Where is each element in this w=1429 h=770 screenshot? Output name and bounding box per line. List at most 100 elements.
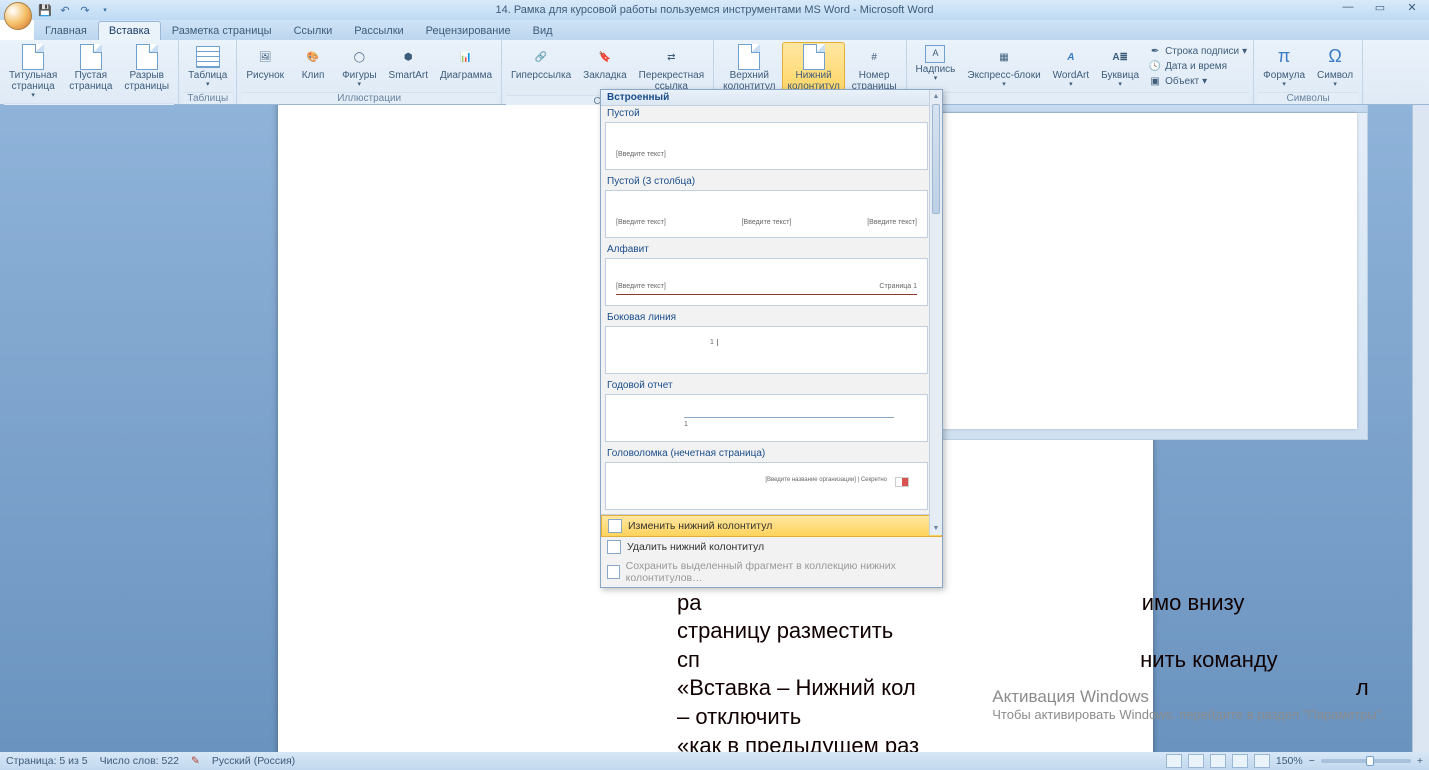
gallery-item-puzzle-label: Головоломка (нечетная страница) <box>605 446 928 462</box>
bookmark-button[interactable]: 🔖Закладка <box>578 42 631 84</box>
gallery-item-blank3-label: Пустой (3 столбца) <box>605 174 928 190</box>
edit-footer-label: Изменить нижний колонтитул <box>628 520 772 532</box>
office-button[interactable] <box>4 2 32 30</box>
remove-footer-label: Удалить нижний колонтитул <box>627 541 764 553</box>
crossref-button[interactable]: ⇄Перекрестная ссылка <box>634 42 709 95</box>
remove-icon <box>607 540 621 554</box>
gallery-item-sideline-label: Боковая линия <box>605 310 928 326</box>
gallery-item-alphabet[interactable]: [Введите текст] Страница 1 <box>605 258 928 306</box>
zoom-level[interactable]: 150% <box>1276 755 1303 767</box>
clip-button[interactable]: 🎨Клип <box>291 42 335 84</box>
tab-links[interactable]: Ссылки <box>283 21 344 40</box>
status-lang[interactable]: Русский (Россия) <box>212 755 295 767</box>
datetime-button[interactable]: 🕓Дата и время <box>1148 59 1247 73</box>
clip-label: Клип <box>302 70 325 81</box>
datetime-label: Дата и время <box>1165 61 1227 72</box>
gallery-item-sideline[interactable]: 1 <box>605 326 928 374</box>
symbol-button[interactable]: ΩСимвол▾ <box>1312 42 1358 92</box>
dropcap-button[interactable]: A≣Буквица▾ <box>1096 42 1144 92</box>
group-illustrations-label: Иллюстрации <box>241 92 497 104</box>
save-footer-label: Сохранить выделенный фрагмент в коллекци… <box>626 560 936 584</box>
tab-review[interactable]: Рецензирование <box>415 21 522 40</box>
table-button[interactable]: Таблица▾ <box>183 42 232 92</box>
smartart-button[interactable]: ⬢SmartArt <box>384 42 433 84</box>
chart-icon: 📊 <box>452 45 480 69</box>
shapes-icon: ◯ <box>345 45 373 69</box>
picture-button[interactable]: 🖼Рисунок <box>241 42 289 84</box>
equation-button[interactable]: πФормула▾ <box>1258 42 1310 92</box>
tab-home[interactable]: Главная <box>34 21 98 40</box>
remove-footer-menuitem[interactable]: Удалить нижний колонтитул <box>601 537 942 557</box>
gallery-section-header: Встроенный <box>601 90 942 106</box>
view-draft-button[interactable] <box>1254 754 1270 768</box>
wordart-icon: A <box>1057 45 1085 69</box>
vertical-scrollbar[interactable] <box>1412 105 1429 752</box>
signature-label: Строка подписи <box>1165 46 1239 57</box>
chart-button[interactable]: 📊Диаграмма <box>435 42 497 84</box>
shapes-button[interactable]: ◯Фигуры▾ <box>337 42 381 92</box>
zoom-in-button[interactable]: + <box>1417 755 1423 767</box>
picture-icon: 🖼 <box>251 45 279 69</box>
document-paragraph[interactable]: На этом оформление раXXXXXXXXXXXXXXXXXXX… <box>677 560 1377 752</box>
tab-layout[interactable]: Разметка страницы <box>161 21 283 40</box>
minimize-button[interactable]: — <box>1335 0 1361 14</box>
maximize-button[interactable]: ▭ <box>1367 0 1393 14</box>
tab-insert[interactable]: Вставка <box>98 21 161 40</box>
qat-more-icon[interactable]: ▾ <box>98 3 112 17</box>
redo-icon[interactable]: ↷ <box>78 3 92 17</box>
object-icon: ▣ <box>1148 74 1162 88</box>
group-symbols-label: Символы <box>1258 92 1358 104</box>
view-web-layout-button[interactable] <box>1210 754 1226 768</box>
zoom-out-button[interactable]: − <box>1309 755 1315 767</box>
page-break-button[interactable]: Разрыв страницы <box>119 42 174 95</box>
textbox-label: Надпись <box>916 64 956 75</box>
statusbar: Страница: 5 из 5 Число слов: 522 ✎ Русск… <box>0 752 1429 770</box>
textbox-button[interactable]: AНадпись▾ <box>911 42 961 86</box>
scroll-down-icon[interactable]: ▼ <box>930 522 942 535</box>
title-page-button[interactable]: Титульная страница▾ <box>4 42 62 103</box>
scroll-up-icon[interactable]: ▲ <box>930 90 942 103</box>
zoom-slider[interactable] <box>1321 759 1411 763</box>
object-button[interactable]: ▣Объект ▾ <box>1148 74 1247 88</box>
symbol-icon: Ω <box>1321 45 1349 69</box>
view-print-layout-button[interactable] <box>1166 754 1182 768</box>
gallery-scrollbar[interactable]: ▲ ▼ <box>929 90 942 535</box>
proofing-icon[interactable]: ✎ <box>191 755 200 767</box>
chart-label: Диаграмма <box>440 70 492 81</box>
gallery-item-blank3[interactable]: [Введите текст] [Введите текст] [Введите… <box>605 190 928 238</box>
quick-access-toolbar: 💾 ↶ ↷ ▾ <box>38 3 112 17</box>
quickparts-label: Экспресс-блоки <box>967 70 1040 81</box>
hyperlink-label: Гиперссылка <box>511 70 571 81</box>
footer-gallery-dropdown: Встроенный Пустой [Введите текст] Пустой… <box>600 89 943 588</box>
gallery-item-annual[interactable]: 1 <box>605 394 928 442</box>
equation-label: Формула <box>1263 70 1305 81</box>
view-full-screen-button[interactable] <box>1188 754 1204 768</box>
status-page[interactable]: Страница: 5 из 5 <box>6 755 88 767</box>
group-text-label <box>911 92 1250 104</box>
gallery-item-blank[interactable]: [Введите текст] <box>605 122 928 170</box>
page-number-icon: # <box>860 45 888 69</box>
shapes-label: Фигуры <box>342 70 376 81</box>
bookmark-icon: 🔖 <box>591 45 619 69</box>
ribbon-tabs: Главная Вставка Разметка страницы Ссылки… <box>34 20 1429 40</box>
gallery-item-puzzle[interactable]: [Введите название организации] | Секретн… <box>605 462 928 510</box>
undo-icon[interactable]: ↶ <box>58 3 72 17</box>
blank-page-button[interactable]: Пустая страница <box>64 42 117 95</box>
tab-view[interactable]: Вид <box>522 21 564 40</box>
hyperlink-icon: 🔗 <box>527 45 555 69</box>
page-break-label: Разрыв страницы <box>124 70 169 92</box>
window-title: 14. Рамка для курсовой работы пользуемся… <box>495 4 933 16</box>
edit-footer-menuitem[interactable]: Изменить нижний колонтитул <box>601 515 942 537</box>
close-button[interactable]: ✕ <box>1399 0 1425 14</box>
quickparts-button[interactable]: ▦Экспресс-блоки▾ <box>962 42 1045 92</box>
scroll-thumb[interactable] <box>932 104 940 214</box>
status-words[interactable]: Число слов: 522 <box>100 755 179 767</box>
view-outline-button[interactable] <box>1232 754 1248 768</box>
save-icon[interactable]: 💾 <box>38 3 52 17</box>
signature-button[interactable]: ✒Строка подписи ▾ <box>1148 44 1247 58</box>
gallery-item-annual-label: Годовой отчет <box>605 378 928 394</box>
hyperlink-button[interactable]: 🔗Гиперссылка <box>506 42 576 84</box>
smartart-label: SmartArt <box>389 70 428 81</box>
wordart-button[interactable]: AWordArt▾ <box>1048 42 1095 92</box>
tab-mailings[interactable]: Рассылки <box>343 21 414 40</box>
